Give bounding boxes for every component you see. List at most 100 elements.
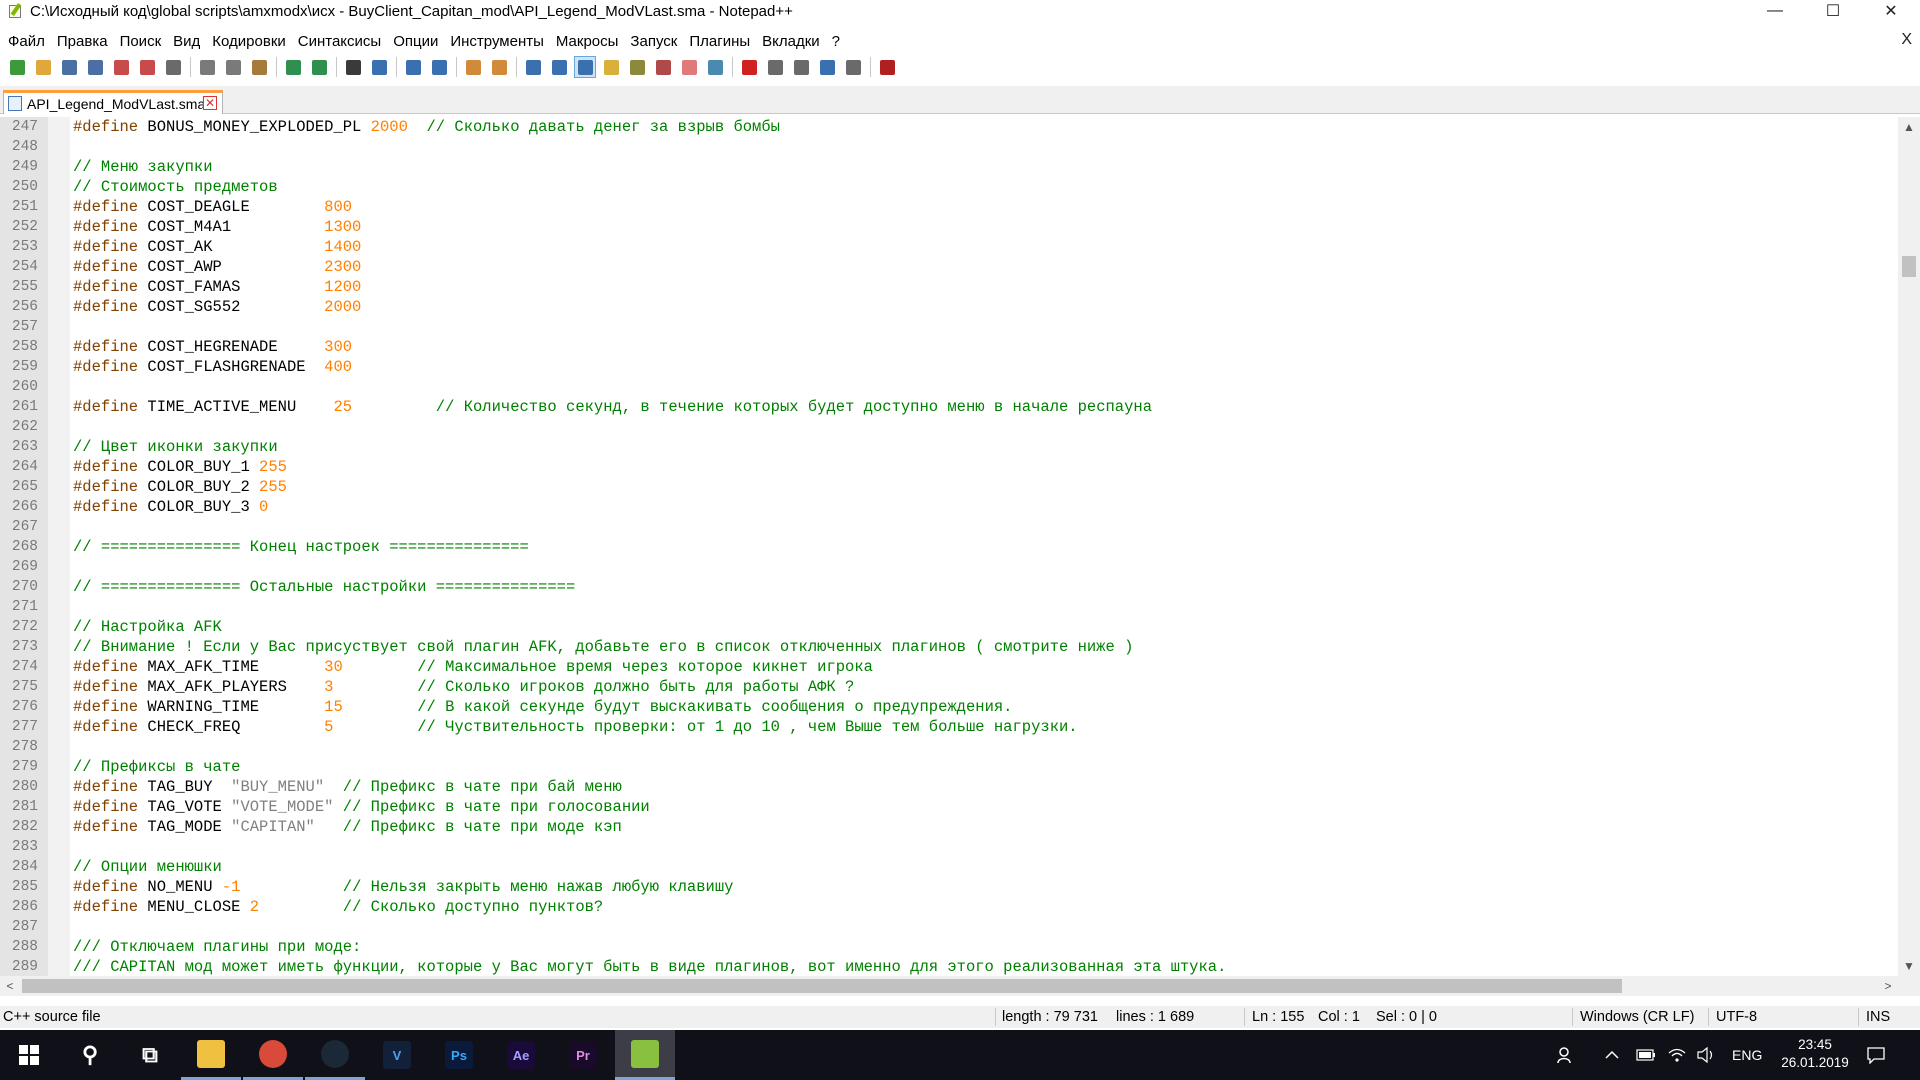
code-line[interactable]: 282 #define TAG_MODE "CAPITAN" // Префикс…	[0, 817, 1898, 837]
code-line[interactable]: 279 // Префиксы в чате	[0, 757, 1898, 777]
people-icon[interactable]	[1556, 1030, 1576, 1080]
search-taskbar-taskbar-button[interactable]: ⚲	[60, 1030, 120, 1080]
wifi-icon[interactable]	[1668, 1030, 1686, 1080]
print-button[interactable]	[162, 56, 184, 78]
paste-button[interactable]	[248, 56, 270, 78]
code-line[interactable]: 275 #define MAX_AFK_PLAYERS 3 // Сколько …	[0, 677, 1898, 697]
cut-button[interactable]	[196, 56, 218, 78]
record-macro-button[interactable]	[738, 56, 760, 78]
after-effects-taskbar-button[interactable]: Ae	[491, 1030, 551, 1080]
copy-button[interactable]	[222, 56, 244, 78]
menu-tools[interactable]: Инструменты	[444, 33, 550, 50]
word-wrap-button[interactable]	[522, 56, 544, 78]
code-line[interactable]: 263 // Цвет иконки закупки	[0, 437, 1898, 457]
horizontal-scroll-thumb[interactable]	[22, 979, 1622, 993]
minimize-button[interactable]: —	[1746, 0, 1804, 22]
scroll-right-icon[interactable]: >	[1878, 976, 1898, 996]
code-line[interactable]: 271	[0, 597, 1898, 617]
language-indicator[interactable]: ENG	[1732, 1030, 1762, 1080]
vertical-scrollbar[interactable]: ▲ ▼	[1898, 117, 1920, 976]
vertical-scroll-thumb[interactable]	[1902, 256, 1916, 277]
code-line[interactable]: 248	[0, 137, 1898, 157]
spellcheck-button[interactable]	[876, 56, 898, 78]
system-clock[interactable]: 23:45 26.01.2019	[1770, 1036, 1860, 1072]
code-line[interactable]: 265 #define COLOR_BUY_2 255	[0, 477, 1898, 497]
zoom-out-button[interactable]	[428, 56, 450, 78]
code-line[interactable]: 272 // Настройка AFK	[0, 617, 1898, 637]
close-button[interactable]: ✕	[1862, 0, 1920, 22]
save-all-button[interactable]	[84, 56, 106, 78]
scroll-up-icon[interactable]: ▲	[1898, 117, 1920, 137]
menu-run[interactable]: Запуск	[624, 33, 683, 50]
chevron-up-icon[interactable]	[1604, 1030, 1620, 1080]
notifications-icon[interactable]	[1866, 1030, 1886, 1080]
replace-button[interactable]	[368, 56, 390, 78]
code-line[interactable]: 266 #define COLOR_BUY_3 0	[0, 497, 1898, 517]
code-editor[interactable]: 247 #define BONUS_MONEY_EXPLODED_PL 2000 …	[0, 117, 1898, 976]
folder-workspace-button[interactable]	[678, 56, 700, 78]
scroll-left-icon[interactable]: <	[0, 976, 20, 996]
close-document-button[interactable]: X	[1901, 31, 1912, 49]
code-line[interactable]: 280 #define TAG_BUY "BUY_MENU" // Префикс…	[0, 777, 1898, 797]
find-button[interactable]	[342, 56, 364, 78]
task-view-taskbar-button[interactable]: ⧉	[120, 1030, 180, 1080]
horizontal-scrollbar[interactable]: < >	[0, 976, 1898, 996]
file-explorer-taskbar-button[interactable]	[181, 1030, 241, 1080]
code-line[interactable]: 247 #define BONUS_MONEY_EXPLODED_PL 2000 …	[0, 117, 1898, 137]
code-line[interactable]: 256 #define COST_SG552 2000	[0, 297, 1898, 317]
code-line[interactable]: 287	[0, 917, 1898, 937]
code-line[interactable]: 258 #define COST_HEGRENADE 300	[0, 337, 1898, 357]
code-line[interactable]: 276 #define WARNING_TIME 15 // В какой се…	[0, 697, 1898, 717]
notepadpp-taskbar-button[interactable]	[615, 1030, 675, 1080]
menu-language[interactable]: Синтаксисы	[292, 33, 387, 50]
redo-button[interactable]	[308, 56, 330, 78]
stop-macro-button[interactable]	[764, 56, 786, 78]
code-line[interactable]: 268 // =============== Конец настроек ===…	[0, 537, 1898, 557]
code-line[interactable]: 254 #define COST_AWP 2300	[0, 257, 1898, 277]
code-line[interactable]: 255 #define COST_FAMAS 1200	[0, 277, 1898, 297]
play-macro-button[interactable]	[790, 56, 812, 78]
save-button[interactable]	[58, 56, 80, 78]
code-line[interactable]: 253 #define COST_AK 1400	[0, 237, 1898, 257]
menu-window[interactable]: Вкладки	[756, 33, 826, 50]
show-all-chars-button[interactable]	[548, 56, 570, 78]
menu-view[interactable]: Вид	[167, 33, 206, 50]
run-macro-multiple-button[interactable]	[816, 56, 838, 78]
volume-icon[interactable]	[1696, 1030, 1716, 1080]
steam-taskbar-button[interactable]	[305, 1030, 365, 1080]
code-line[interactable]: 252 #define COST_M4A1 1300	[0, 217, 1898, 237]
code-line[interactable]: 289 /// CAPITAN мод может иметь функции, …	[0, 957, 1898, 976]
close-button[interactable]	[110, 56, 132, 78]
menu-encoding[interactable]: Кодировки	[206, 33, 291, 50]
sync-vertical-button[interactable]	[462, 56, 484, 78]
menu-help[interactable]: ?	[826, 33, 846, 50]
new-button[interactable]	[6, 56, 28, 78]
code-line[interactable]: 284 // Опции менюшки	[0, 857, 1898, 877]
sync-horizontal-button[interactable]	[488, 56, 510, 78]
tab-api-legend[interactable]: API_Legend_ModVLast.sma ✕	[3, 90, 223, 114]
zoom-in-button[interactable]	[402, 56, 424, 78]
maximize-button[interactable]: ☐	[1804, 0, 1862, 22]
scroll-down-icon[interactable]: ▼	[1898, 956, 1920, 976]
premiere-taskbar-button[interactable]: Pr	[553, 1030, 613, 1080]
code-line[interactable]: 267	[0, 517, 1898, 537]
code-line[interactable]: 286 #define MENU_CLOSE 2 // Сколько досту…	[0, 897, 1898, 917]
code-line[interactable]: 261 #define TIME_ACTIVE_MENU 25 // Количе…	[0, 397, 1898, 417]
code-line[interactable]: 270 // =============== Остальные настройк…	[0, 577, 1898, 597]
code-line[interactable]: 283	[0, 837, 1898, 857]
code-line[interactable]: 273 // Внимание ! Если у Вас присуствует …	[0, 637, 1898, 657]
menu-search[interactable]: Поиск	[114, 33, 168, 50]
code-line[interactable]: 264 #define COLOR_BUY_1 255	[0, 457, 1898, 477]
code-line[interactable]: 288 /// Отключаем плагины при моде:	[0, 937, 1898, 957]
monitoring-button[interactable]	[704, 56, 726, 78]
tab-close-icon[interactable]: ✕	[203, 96, 217, 110]
code-line[interactable]: 260	[0, 377, 1898, 397]
function-list-button[interactable]	[652, 56, 674, 78]
code-line[interactable]: 250 // Стоимость предметов	[0, 177, 1898, 197]
menu-file[interactable]: Файл	[0, 33, 51, 50]
code-line[interactable]: 257	[0, 317, 1898, 337]
code-line[interactable]: 251 #define COST_DEAGLE 800	[0, 197, 1898, 217]
doc-map-button[interactable]	[626, 56, 648, 78]
menu-settings[interactable]: Опции	[387, 33, 444, 50]
visual-studio-taskbar-button[interactable]: V	[367, 1030, 427, 1080]
